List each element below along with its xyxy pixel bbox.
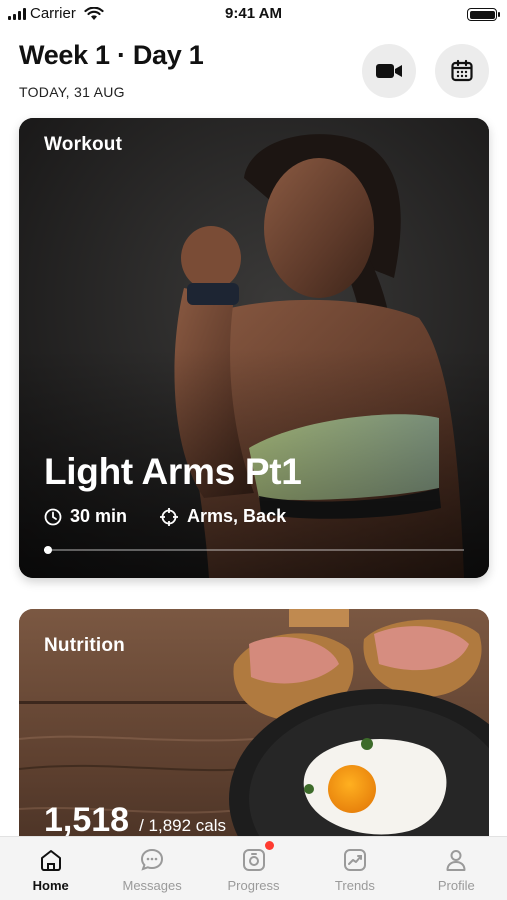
page-date: TODAY, 31 AUG — [19, 84, 125, 100]
tab-messages-label: Messages — [122, 878, 182, 893]
workout-progress — [44, 546, 464, 554]
trends-icon — [343, 849, 366, 871]
tab-bar: Home Messages Progress Trends Profile — [0, 836, 507, 900]
tab-progress-label: Progress — [227, 878, 280, 893]
workout-target: Arms, Back — [187, 506, 287, 526]
workout-meta: 30 min Arms, Back — [44, 506, 286, 527]
progress-badge — [264, 841, 274, 850]
workout-title: Light Arms Pt1 — [44, 451, 302, 492]
workout-label: Workout — [44, 134, 123, 155]
profile-icon — [446, 850, 466, 871]
status-time: 9:41 AM — [225, 5, 282, 22]
status-bar: Carrier 9:41 AM — [0, 0, 507, 28]
tab-trends[interactable]: Trends — [304, 837, 405, 900]
tab-messages[interactable]: Messages — [101, 837, 202, 900]
tab-profile[interactable]: Profile — [406, 837, 507, 900]
tab-progress[interactable]: Progress — [203, 837, 304, 900]
nutrition-label: Nutrition — [44, 635, 125, 656]
home-icon — [40, 850, 61, 871]
calendar-button[interactable] — [435, 44, 489, 98]
calories-goal: / 1,892 cals — [139, 816, 227, 835]
workout-card[interactable]: Workout Light Arms Pt1 30 min Arms, Back — [19, 118, 489, 578]
video-camera-icon — [376, 64, 402, 78]
calorie-summary: 1,518 / 1,892 cals — [44, 801, 226, 840]
progress-camera-icon — [242, 849, 265, 871]
calories-consumed: 1,518 — [44, 801, 130, 839]
tab-profile-label: Profile — [437, 878, 475, 893]
workout-duration: 30 min — [70, 506, 128, 526]
messages-icon — [141, 848, 164, 871]
tab-trends-label: Trends — [334, 878, 375, 893]
tab-home-label: Home — [32, 878, 69, 893]
page-title: Week 1 · Day 1 — [19, 40, 204, 70]
calendar-icon — [451, 59, 473, 82]
battery-icon — [467, 8, 500, 21]
clock-icon — [44, 508, 62, 525]
target-icon — [160, 507, 179, 526]
video-button[interactable] — [362, 44, 416, 98]
tab-home[interactable]: Home — [0, 837, 101, 900]
